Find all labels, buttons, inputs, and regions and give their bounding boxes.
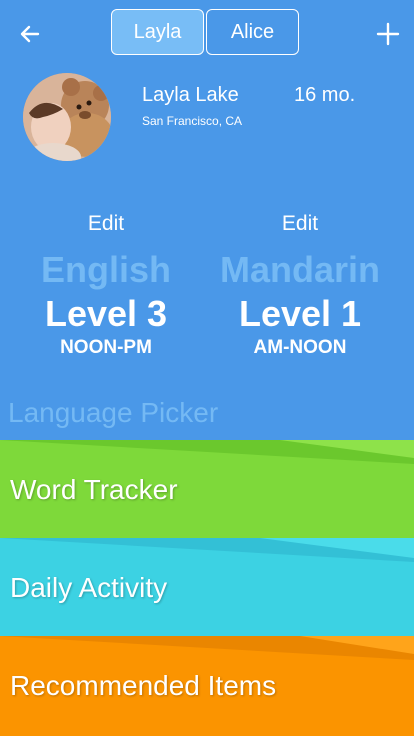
daily-activity-section[interactable]: Daily Activity <box>0 538 414 636</box>
language-level: Level 1 <box>238 293 362 334</box>
tab-alice[interactable]: Alice <box>206 9 299 55</box>
avatar <box>23 73 111 161</box>
edit-english-button[interactable]: Edit <box>6 212 206 240</box>
recommended-items-section[interactable]: Recommended Items <box>0 636 414 736</box>
child-selector: Layla Alice <box>111 9 299 55</box>
back-arrow-icon[interactable] <box>16 20 44 48</box>
language-picker-link[interactable]: Language Picker <box>8 397 218 429</box>
plus-icon[interactable] <box>374 20 402 48</box>
section-label: Word Tracker <box>10 474 178 505</box>
section-label: Recommended Items <box>10 670 277 701</box>
avatar-photo <box>23 73 111 161</box>
language-time: NOON-PM <box>60 337 152 358</box>
language-time: AM-NOON <box>253 337 347 358</box>
section-label: Daily Activity <box>10 572 168 603</box>
profile-header: Layla Alice Layla Lake 16 mo. San Franci… <box>0 0 414 440</box>
word-tracker-section[interactable]: Word Tracker <box>0 440 414 538</box>
language-level: Level 3 <box>44 293 168 334</box>
child-age: 16 mo. <box>294 84 356 106</box>
edit-mandarin-button[interactable]: Edit <box>200 212 400 240</box>
child-location: San Francisco, CA <box>142 114 243 128</box>
tab-layla[interactable]: Layla <box>111 9 204 55</box>
language-name: Mandarin <box>219 249 380 290</box>
language-card-english: Edit English Level 3 NOON-PM <box>6 212 206 359</box>
language-name: English <box>40 249 171 290</box>
child-name: Layla Lake <box>142 84 239 106</box>
language-card-mandarin: Edit Mandarin Level 1 AM-NOON <box>200 212 400 359</box>
